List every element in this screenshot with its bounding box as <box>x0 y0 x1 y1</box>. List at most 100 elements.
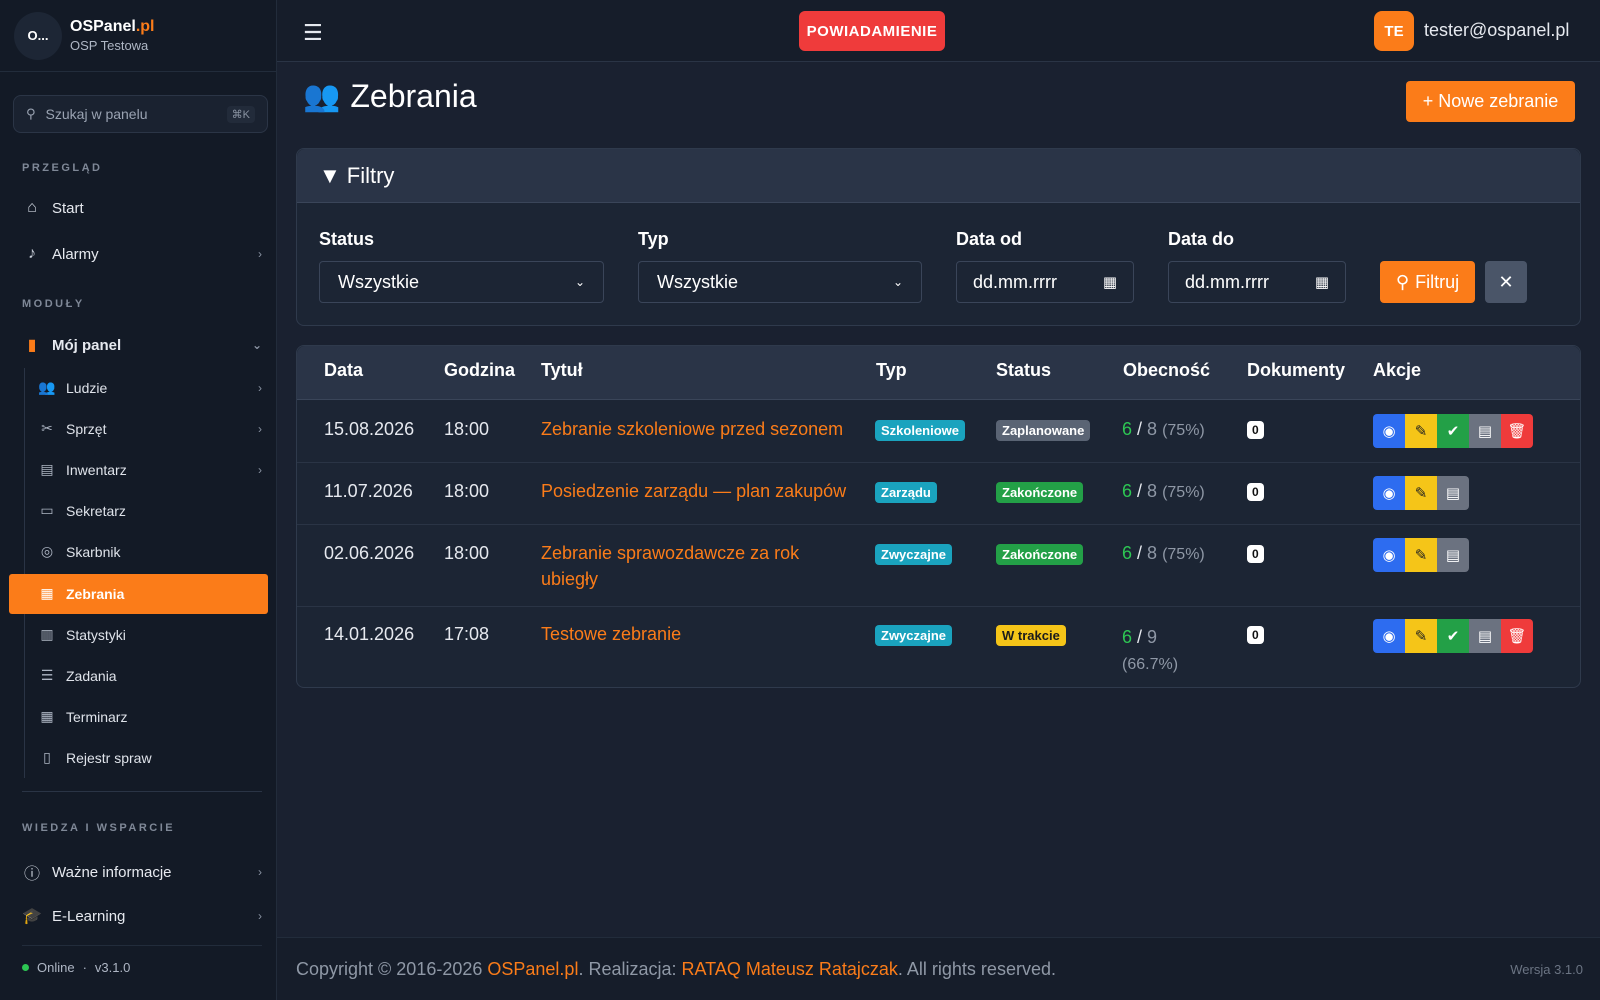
online-dot-icon <box>22 964 29 971</box>
attendance: 6 / 8 (75%) <box>1122 419 1205 439</box>
row-actions: ◉ ✎ ▤ <box>1373 476 1469 510</box>
row-date: 02.06.2026 <box>324 543 415 563</box>
sidebar-item-start[interactable]: ⌂ Start <box>22 199 262 217</box>
date-from-input[interactable]: dd.mm.rrrr ▦ <box>956 261 1134 303</box>
chevron-right-icon: › <box>258 462 262 477</box>
menu-icon[interactable]: ☰ <box>303 20 323 46</box>
column-header: Typ <box>876 360 907 380</box>
status-select[interactable]: Wszystkie ⌄ <box>319 261 604 303</box>
row-divider <box>297 524 1580 525</box>
row-actions: ◉ ✎ ▤ <box>1373 538 1469 572</box>
column-header: Status <box>996 360 1052 380</box>
sidebar-item-wazne-informacje[interactable]: ⓘ Ważne informacje › <box>22 860 262 884</box>
tools-icon: ✂ <box>41 420 53 436</box>
footer-author-link[interactable]: RATAQ Mateusz Ratajczak <box>682 959 898 979</box>
attendance: 6 / 8 (75%) <box>1122 481 1205 501</box>
chevron-down-icon: ⌄ <box>892 275 903 289</box>
status-badge: Zakończone <box>996 482 1084 503</box>
brand-subtitle: OSP Testowa <box>70 38 149 53</box>
sidebar: O... OSPanel.pl OSP Testowa <box>0 0 277 1000</box>
column-header: Godzina <box>444 360 515 380</box>
documents-count: 0 <box>1247 545 1264 563</box>
view-eye-icon[interactable]: ◉ <box>1373 538 1405 572</box>
delete-trash-icon[interactable]: 🗑 <box>1501 414 1533 448</box>
row-time: 18:00 <box>444 419 490 439</box>
row-divider <box>297 462 1580 463</box>
sidebar-item-moj-panel[interactable]: ▮ Mój panel ⌄ <box>22 335 262 355</box>
footer-brand-link[interactable]: OSPanel.pl <box>487 959 578 979</box>
sidebar-item-statystyki[interactable]: ▥ Statystyki <box>38 626 262 643</box>
view-eye-icon[interactable]: ◉ <box>1373 414 1405 448</box>
row-title-link[interactable]: Zebranie szkoleniowe przed sezonem <box>541 416 851 442</box>
sidebar-item-inwentarz[interactable]: ▤ Inwentarz › <box>38 461 262 478</box>
sidebar-item-skarbnik[interactable]: ◎ Skarbnik <box>38 543 262 560</box>
chevron-right-icon: › <box>258 247 262 261</box>
calendar-icon[interactable]: ▦ <box>1103 273 1117 291</box>
filters-header: ▼ Filtry <box>297 149 1580 203</box>
date-to-input[interactable]: dd.mm.rrrr ▦ <box>1168 261 1346 303</box>
column-header: Obecność <box>1123 360 1211 380</box>
edit-icon[interactable]: ✎ <box>1405 619 1437 653</box>
chevron-right-icon: › <box>258 865 262 879</box>
bar-chart-icon: ▥ <box>40 626 54 642</box>
documents-count: 0 <box>1247 421 1264 439</box>
row-time: 17:08 <box>444 624 490 644</box>
type-label: Typ <box>638 229 669 249</box>
delete-trash-icon[interactable]: 🗑 <box>1501 619 1533 653</box>
info-icon: ⓘ <box>23 866 40 883</box>
attendance: 6 / 9 (66.7%) <box>1122 627 1179 673</box>
calendar-check-icon: ▦ <box>40 585 54 601</box>
topbar: ☰ POWIADAMIENIE TE tester@ospanel.pl <box>277 0 1600 62</box>
chevron-right-icon: › <box>258 909 262 923</box>
calendar-icon[interactable]: ▦ <box>1315 273 1329 291</box>
document-icon[interactable]: ▤ <box>1437 538 1469 572</box>
row-title-link[interactable]: Testowe zebranie <box>541 621 851 647</box>
copyright: Copyright © 2016-2026 OSPanel.pl. Realiz… <box>296 959 1056 979</box>
logo: O... <box>14 11 62 60</box>
view-eye-icon[interactable]: ◉ <box>1373 619 1405 653</box>
clipboard-check-icon[interactable]: ✔ <box>1437 414 1469 448</box>
edit-icon[interactable]: ✎ <box>1405 414 1437 448</box>
sidebar-item-e-learning[interactable]: 🎓 E-Learning › <box>22 906 262 926</box>
documents-count: 0 <box>1247 483 1264 501</box>
clear-filters-button[interactable]: ✕ <box>1485 261 1527 303</box>
type-badge: Zwyczajne <box>875 544 953 565</box>
brand[interactable]: O... OSPanel.pl OSP Testowa <box>0 0 276 72</box>
sidebar-item-ludzie[interactable]: 👥 Ludzie › <box>38 379 262 396</box>
column-header: Data <box>324 360 364 380</box>
sidebar-item-alarmy[interactable]: ♪ Alarmy › <box>22 245 262 263</box>
filter-button[interactable]: ⚲ Filtruj <box>1380 261 1475 303</box>
type-select[interactable]: Wszystkie ⌄ <box>638 261 922 303</box>
sidebar-item-terminarz[interactable]: ▦ Terminarz <box>38 708 262 725</box>
users-icon: 👥 <box>38 379 56 395</box>
document-icon[interactable]: ▤ <box>1469 414 1501 448</box>
avatar[interactable]: TE <box>1374 11 1414 51</box>
coins-icon: ◎ <box>40 543 54 559</box>
user-email[interactable]: tester@ospanel.pl <box>1424 20 1569 41</box>
view-eye-icon[interactable]: ◉ <box>1373 476 1405 510</box>
search-input[interactable]: ⚲ Szukaj w panelu ⌘K <box>13 95 268 133</box>
edit-icon[interactable]: ✎ <box>1405 538 1437 572</box>
row-actions: ◉ ✎ ✔ ▤ 🗑 <box>1373 619 1533 653</box>
sidebar-item-sekretarz[interactable]: ▭ Sekretarz <box>38 502 262 519</box>
row-time: 18:00 <box>444 481 490 501</box>
sidebar-item-zebrania[interactable]: ▦ Zebrania <box>38 585 262 602</box>
fire-extinguisher-icon: ▮ <box>27 337 37 354</box>
bell-icon: ♪ <box>28 245 36 262</box>
row-title-link[interactable]: Posiedzenie zarządu — plan zakupów <box>541 478 851 504</box>
notification-button[interactable]: POWIADAMIENIE <box>799 11 945 51</box>
documents-count: 0 <box>1247 626 1264 644</box>
sidebar-item-rejestr-spraw[interactable]: ▯ Rejestr spraw <box>38 749 262 766</box>
clipboard-check-icon[interactable]: ✔ <box>1437 619 1469 653</box>
new-meeting-button[interactable]: + Nowe zebranie <box>1406 81 1575 122</box>
row-date: 14.01.2026 <box>324 624 415 644</box>
document-icon[interactable]: ▤ <box>1437 476 1469 510</box>
column-header: Akcje <box>1373 360 1422 380</box>
row-title-link[interactable]: Zebranie sprawozdawcze za rok ubiegły <box>541 540 831 592</box>
sidebar-item-zadania[interactable]: ☰ Zadania <box>38 667 262 684</box>
search-shortcut: ⌘K <box>226 105 255 123</box>
document-icon[interactable]: ▤ <box>1469 619 1501 653</box>
brand-name: OSPanel.pl <box>70 18 155 35</box>
edit-icon[interactable]: ✎ <box>1405 476 1437 510</box>
sidebar-item-sprzet[interactable]: ✂ Sprzęt › <box>38 420 262 437</box>
